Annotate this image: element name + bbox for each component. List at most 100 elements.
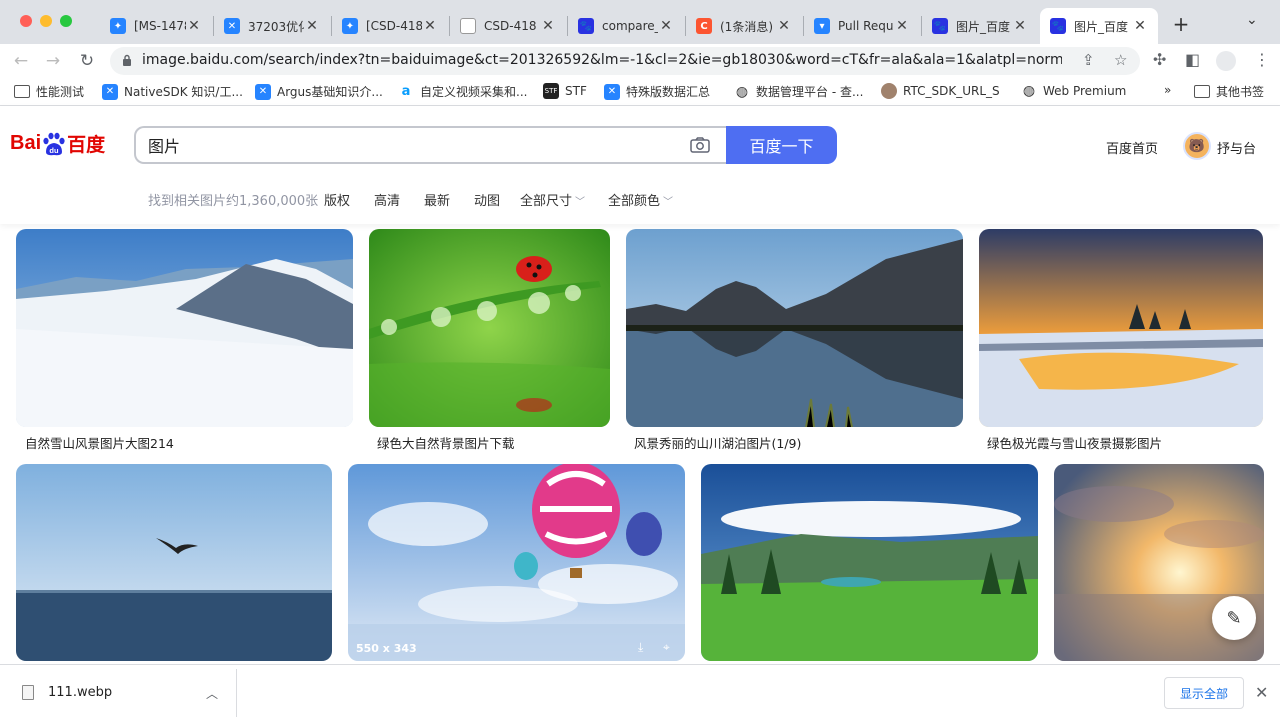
image-tile-balloons[interactable]: 550 x 343 ⤓ ⌖ <box>348 464 685 661</box>
close-icon[interactable]: ✕ <box>1255 683 1268 702</box>
close-icon[interactable]: ✕ <box>894 18 910 34</box>
back-icon[interactable]: ← <box>8 48 34 74</box>
username[interactable]: 抒与台 <box>1217 138 1256 157</box>
close-icon[interactable]: ✕ <box>1132 18 1148 34</box>
baidu-icon: 🐾 <box>932 18 948 34</box>
image-tile-seagull[interactable] <box>16 464 332 661</box>
close-icon[interactable]: ✕ <box>186 18 202 34</box>
address-bar[interactable]: image.baidu.com/search/index?tn=baiduima… <box>110 47 1140 75</box>
filter-copyright[interactable]: 版权 <box>324 190 350 209</box>
forward-icon[interactable]: → <box>40 48 66 74</box>
bookmark-item[interactable]: ✕ NativeSDK 知识/工... <box>102 83 243 100</box>
image-caption[interactable]: 绿色大自然背景图片下载 <box>377 433 515 452</box>
color-dropdown-label: 全部颜色 <box>608 194 661 209</box>
image-search-icon[interactable]: ⌖ <box>663 640 670 655</box>
bookmark-item[interactable]: RTC_SDK_URL_S <box>881 83 1000 99</box>
avatar-icon <box>881 83 897 99</box>
image-tile-green-valley[interactable] <box>701 464 1038 661</box>
bookmark-item[interactable]: STF STF <box>543 83 587 99</box>
search-input[interactable] <box>148 134 668 156</box>
image-caption[interactable]: 风景秀丽的山川湖泊图片(1/9) <box>634 433 801 452</box>
extensions-icon[interactable]: ✣ <box>1153 50 1166 69</box>
side-panel-icon[interactable]: ◧ <box>1185 50 1200 69</box>
download-item[interactable]: 111.webp <box>22 685 112 700</box>
filter-animated[interactable]: 动图 <box>474 190 500 209</box>
confluence-icon: ✕ <box>604 83 620 100</box>
image-tile-sunset-snow[interactable] <box>979 229 1263 427</box>
chevron-up-icon[interactable]: ︿ <box>206 685 218 702</box>
new-tab-button[interactable]: + <box>1170 12 1192 36</box>
tab-title: [CSD-418 <box>366 19 422 33</box>
color-dropdown[interactable]: 全部颜色 ﹀ <box>608 190 673 209</box>
tab-2[interactable]: ✕ 37203优化 ✕ <box>214 8 330 44</box>
size-dropdown-label: 全部尺寸 <box>520 194 573 209</box>
mountain-lake-image <box>626 229 963 427</box>
image-caption[interactable]: 自然雪山风景图片大图214 <box>25 433 174 452</box>
profile-icon[interactable] <box>1216 51 1236 71</box>
tab-3[interactable]: ✦ [CSD-418 ✕ <box>332 8 448 44</box>
minimize-window-button[interactable] <box>40 15 52 27</box>
tab-4[interactable]: CSD-418 ✕ <box>450 8 566 44</box>
lock-icon <box>123 54 131 66</box>
bookmark-label: NativeSDK 知识/工... <box>124 85 243 99</box>
share-icon[interactable]: ⇪ <box>1082 51 1095 69</box>
image-caption[interactable]: 绿色极光霞与雪山夜景摄影图片 <box>987 433 1162 452</box>
other-bookmarks[interactable]: 其他书签 <box>1194 83 1264 100</box>
close-icon[interactable]: ✕ <box>422 18 438 34</box>
maximize-window-button[interactable] <box>60 15 72 27</box>
show-all-button[interactable]: 显示全部 <box>1164 677 1244 709</box>
chevron-down-icon: ﹀ <box>663 197 674 208</box>
camera-icon[interactable] <box>690 137 710 153</box>
close-icon[interactable]: ✕ <box>540 18 556 34</box>
csdn-icon: C <box>696 18 712 34</box>
ladybug-image <box>369 229 610 427</box>
tab-6[interactable]: C (1条消息) ✕ <box>686 8 802 44</box>
tab-title: compare_ <box>602 19 658 33</box>
url-text[interactable]: image.baidu.com/search/index?tn=baiduima… <box>142 52 1062 68</box>
edit-pen-button[interactable]: ✎ <box>1212 596 1256 640</box>
image-tile-ladybug[interactable] <box>369 229 610 427</box>
filter-hd[interactable]: 高清 <box>374 190 400 209</box>
tab-7[interactable]: ▾ Pull Requ ✕ <box>804 8 920 44</box>
result-count: 找到相关图片约1,360,000张 <box>148 194 319 209</box>
close-icon[interactable]: ✕ <box>658 18 674 34</box>
close-window-button[interactable] <box>20 15 32 27</box>
chevron-down-icon: ﹀ <box>575 197 586 208</box>
menu-icon[interactable]: ⋮ <box>1254 50 1270 69</box>
tab-title: CSD-418 <box>484 19 537 33</box>
tab-9-active[interactable]: 🐾 图片_百度 ✕ <box>1040 8 1158 44</box>
bookmark-label: 其他书签 <box>1216 85 1265 99</box>
baidu-logo[interactable]: Bai du 百度 <box>10 130 105 157</box>
tab-5[interactable]: 🐾 compare_ ✕ <box>568 8 684 44</box>
search-button[interactable]: 百度一下 <box>726 126 837 164</box>
bookmark-star-icon[interactable]: ☆ <box>1114 51 1127 69</box>
bookmark-item[interactable]: ◍ Web Premium <box>1021 83 1126 99</box>
close-icon[interactable]: ✕ <box>776 18 792 34</box>
tab-8[interactable]: 🐾 图片_百度 ✕ <box>922 8 1038 44</box>
tab-search-icon[interactable]: ⌄ <box>1246 12 1258 28</box>
tab-1[interactable]: ✦ [MS-1478 ✕ <box>100 8 212 44</box>
avatar[interactable]: 🐻 <box>1183 132 1211 160</box>
bookmark-item[interactable]: a 自定义视频采集和... <box>398 83 528 100</box>
bookmark-item[interactable]: ✕ Argus基础知识介... <box>255 83 383 100</box>
close-icon[interactable]: ✕ <box>304 18 320 34</box>
baidu-icon: 🐾 <box>578 18 594 34</box>
bookmark-item[interactable]: 性能测试 <box>14 83 84 100</box>
bookmark-item[interactable]: ◍ 数据管理平台 - 查... <box>734 83 864 100</box>
tab-title: 图片_百度 <box>1074 19 1129 34</box>
image-tile-snow-mountain[interactable] <box>16 229 353 427</box>
baidu-home-link[interactable]: 百度首页 <box>1106 138 1158 157</box>
close-icon[interactable]: ✕ <box>1012 18 1028 34</box>
logo-baidu: 百度 <box>67 135 106 156</box>
filter-latest[interactable]: 最新 <box>424 190 450 209</box>
download-icon[interactable]: ⤓ <box>638 640 643 655</box>
size-dropdown[interactable]: 全部尺寸 ﹀ <box>520 190 585 209</box>
bookmark-item[interactable]: ✕ 特殊版数据汇总 <box>604 83 710 100</box>
snow-mountain-image <box>16 229 353 427</box>
bookmarks-overflow-button[interactable]: » <box>1164 83 1171 97</box>
reload-icon[interactable]: ↻ <box>74 48 100 74</box>
page-icon <box>460 18 476 34</box>
jira-icon: ✦ <box>110 18 126 34</box>
image-tile-mountain-lake[interactable] <box>626 229 963 427</box>
tab-strip: ✦ [MS-1478 ✕ ✕ 37203优化 ✕ ✦ [CSD-418 ✕ CS… <box>0 0 1280 44</box>
